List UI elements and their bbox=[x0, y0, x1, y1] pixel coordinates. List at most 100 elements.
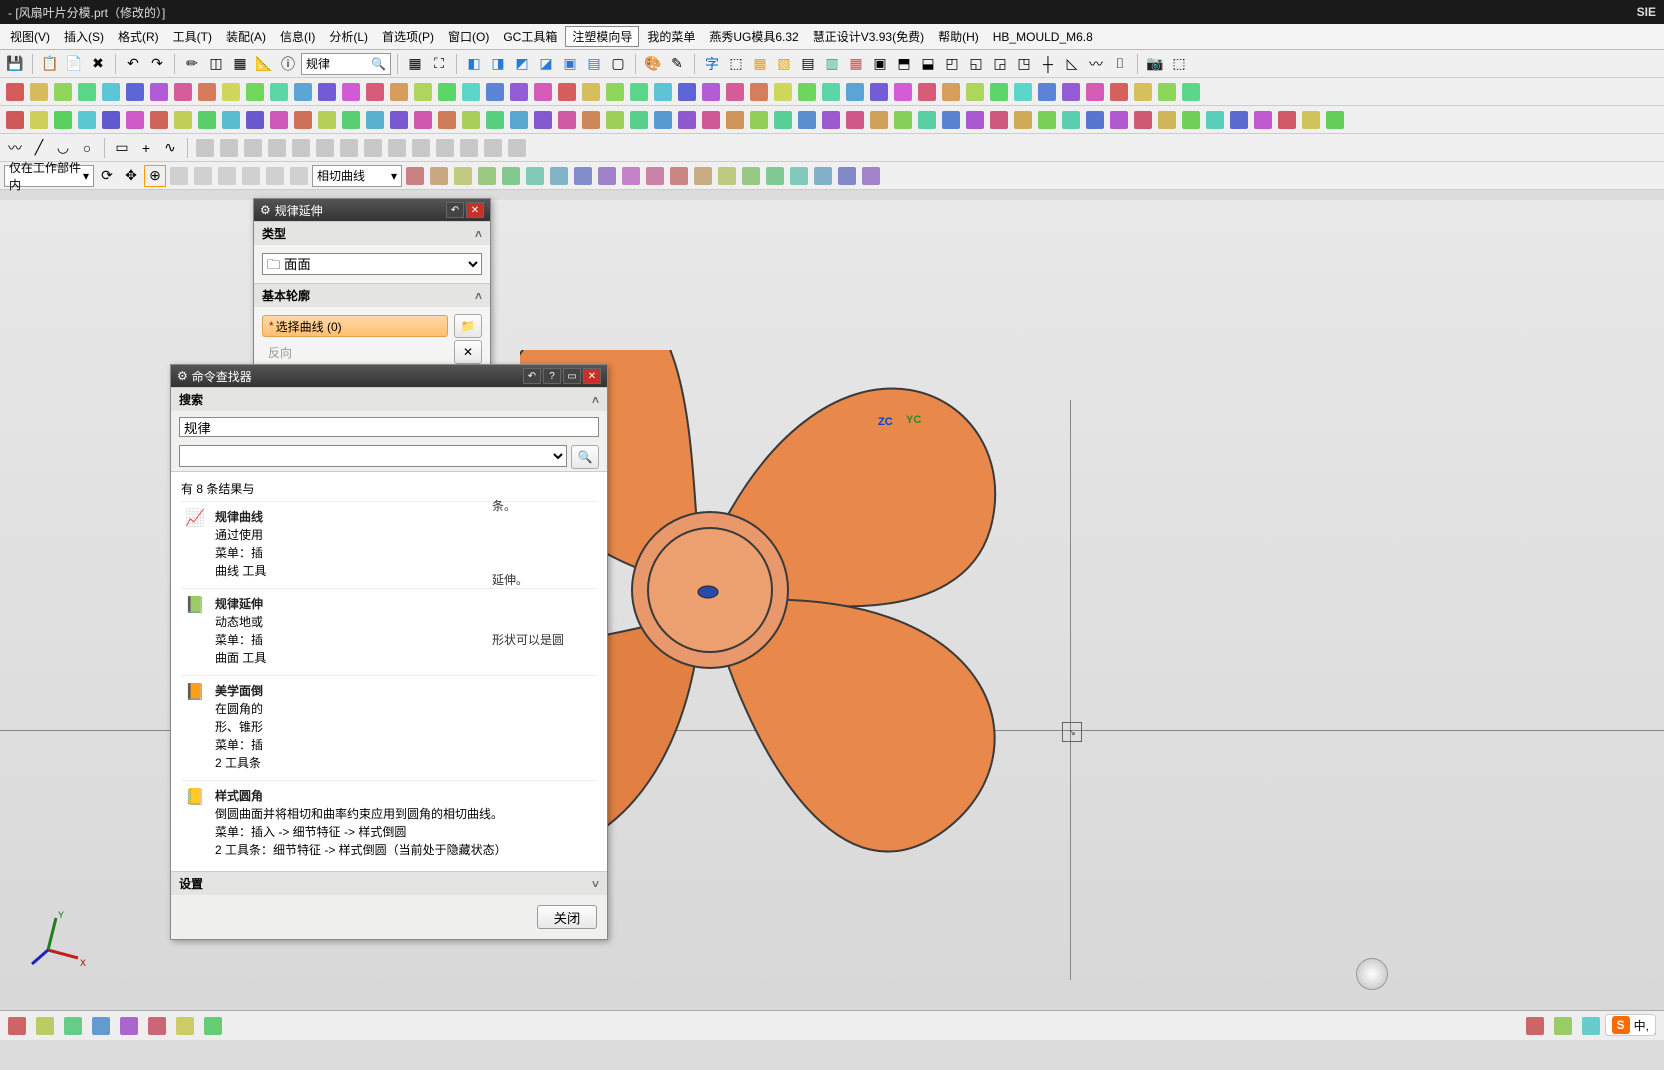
a7-icon[interactable]: ⬒ bbox=[893, 53, 915, 75]
select-curve-field[interactable]: *选择曲线 (0) bbox=[262, 315, 448, 337]
a10-icon[interactable]: ◱ bbox=[965, 53, 987, 75]
tb2-icon-10[interactable] bbox=[244, 81, 266, 103]
rect-icon[interactable]: ▭ bbox=[111, 137, 133, 159]
tb2-icon-26[interactable] bbox=[628, 81, 650, 103]
status-right-icon-2[interactable] bbox=[1580, 1015, 1602, 1037]
spline-icon[interactable]: 〰 bbox=[4, 137, 26, 159]
tb5b-icon-9[interactable] bbox=[620, 165, 642, 187]
tb2-icon-19[interactable] bbox=[460, 81, 482, 103]
edit-icon[interactable]: ✎ bbox=[666, 53, 688, 75]
cube2-icon[interactable]: ◨ bbox=[487, 53, 509, 75]
curve-mode-combo[interactable]: 相切曲线 bbox=[312, 165, 402, 187]
tb2-icon-37[interactable] bbox=[892, 81, 914, 103]
tb5b-icon-7[interactable] bbox=[572, 165, 594, 187]
tb3-icon-35[interactable] bbox=[844, 109, 866, 131]
delete-icon[interactable]: ✖ bbox=[87, 53, 109, 75]
tb2-icon-11[interactable] bbox=[268, 81, 290, 103]
result-item[interactable]: 📙 美学面倒 在圆角的 形、锥形 菜单：插 2 工具条 bbox=[181, 675, 597, 780]
tb5a-icon-4[interactable] bbox=[264, 165, 286, 187]
tb2-icon-8[interactable] bbox=[196, 81, 218, 103]
line-icon[interactable]: ╱ bbox=[28, 137, 50, 159]
arc-icon[interactable]: ◡ bbox=[52, 137, 74, 159]
a4-icon[interactable]: ▥ bbox=[821, 53, 843, 75]
cube4-icon[interactable]: ◪ bbox=[535, 53, 557, 75]
menu-gc[interactable]: GC工具箱 bbox=[497, 26, 563, 47]
tb2-icon-45[interactable] bbox=[1084, 81, 1106, 103]
view-grid-icon[interactable]: ▦ bbox=[404, 53, 426, 75]
a13-icon[interactable]: ┼ bbox=[1037, 53, 1059, 75]
tb5b-icon-2[interactable] bbox=[452, 165, 474, 187]
tb3-icon-54[interactable] bbox=[1300, 109, 1322, 131]
a16-icon[interactable]: ⌷ bbox=[1109, 53, 1131, 75]
status-icon-1[interactable] bbox=[34, 1015, 56, 1037]
curve-picker-icon[interactable]: 📁 bbox=[454, 314, 482, 338]
tb2-icon-36[interactable] bbox=[868, 81, 890, 103]
color-icon[interactable]: 🎨 bbox=[642, 53, 664, 75]
tb3-icon-49[interactable] bbox=[1180, 109, 1202, 131]
tb4-icon-4[interactable] bbox=[290, 137, 312, 159]
menu-yanxiu[interactable]: 燕秀UG模具6.32 bbox=[703, 26, 804, 47]
datum-icon[interactable]: ◫ bbox=[205, 53, 227, 75]
tb5a-icon-2[interactable] bbox=[216, 165, 238, 187]
tb5b-icon-15[interactable] bbox=[764, 165, 786, 187]
tb3-icon-8[interactable] bbox=[196, 109, 218, 131]
tb3-icon-1[interactable] bbox=[28, 109, 50, 131]
menu-info[interactable]: 信息(I) bbox=[274, 26, 321, 47]
tb3-icon-12[interactable] bbox=[292, 109, 314, 131]
ime-indicator[interactable]: S 中, bbox=[1605, 1014, 1656, 1036]
rollback-icon[interactable]: ↶ bbox=[523, 368, 541, 384]
tb5b-icon-16[interactable] bbox=[788, 165, 810, 187]
a2-icon[interactable]: ▧ bbox=[773, 53, 795, 75]
tb4-icon-7[interactable] bbox=[362, 137, 384, 159]
tb3-icon-37[interactable] bbox=[892, 109, 914, 131]
tb2-icon-0[interactable] bbox=[4, 81, 26, 103]
tb4-icon-0[interactable] bbox=[194, 137, 216, 159]
a14-icon[interactable]: ◺ bbox=[1061, 53, 1083, 75]
menu-hbmould[interactable]: HB_MOULD_M6.8 bbox=[987, 28, 1099, 46]
circle-icon[interactable]: ○ bbox=[76, 137, 98, 159]
tb3-icon-45[interactable] bbox=[1084, 109, 1106, 131]
tb3-icon-39[interactable] bbox=[940, 109, 962, 131]
tb3-icon-11[interactable] bbox=[268, 109, 290, 131]
reverse-curve-icon[interactable]: ✕ bbox=[454, 340, 482, 364]
tb3-icon-53[interactable] bbox=[1276, 109, 1298, 131]
tb2-icon-16[interactable] bbox=[388, 81, 410, 103]
tb2-icon-21[interactable] bbox=[508, 81, 530, 103]
tb5b-icon-14[interactable] bbox=[740, 165, 762, 187]
minimize-icon[interactable]: ▭ bbox=[563, 368, 581, 384]
tb3-icon-52[interactable] bbox=[1252, 109, 1274, 131]
tb5b-icon-17[interactable] bbox=[812, 165, 834, 187]
tb3-icon-5[interactable] bbox=[124, 109, 146, 131]
point-icon[interactable]: + bbox=[135, 137, 157, 159]
tb3-icon-4[interactable] bbox=[100, 109, 122, 131]
finder-title-bar[interactable]: ⚙ 命令查找器 ↶ ? ▭ ✕ bbox=[171, 365, 607, 387]
redo-icon[interactable]: ↷ bbox=[146, 53, 168, 75]
tb3-icon-18[interactable] bbox=[436, 109, 458, 131]
tb2-icon-17[interactable] bbox=[412, 81, 434, 103]
tb3-icon-14[interactable] bbox=[340, 109, 362, 131]
a1-icon[interactable]: ▦ bbox=[749, 53, 771, 75]
finder-close-button[interactable]: 关闭 bbox=[537, 905, 597, 929]
tb2-icon-4[interactable] bbox=[100, 81, 122, 103]
menu-format[interactable]: 格式(R) bbox=[112, 26, 165, 47]
status-icon-3[interactable] bbox=[90, 1015, 112, 1037]
tb2-icon-38[interactable] bbox=[916, 81, 938, 103]
tb2-icon-9[interactable] bbox=[220, 81, 242, 103]
tb3-icon-36[interactable] bbox=[868, 109, 890, 131]
tb3-icon-16[interactable] bbox=[388, 109, 410, 131]
tb3-icon-31[interactable] bbox=[748, 109, 770, 131]
command-search[interactable]: 规律🔍 bbox=[301, 53, 391, 75]
cube-icon[interactable]: ◧ bbox=[463, 53, 485, 75]
a6-icon[interactable]: ▣ bbox=[869, 53, 891, 75]
filter1-icon[interactable]: ⟳ bbox=[96, 165, 118, 187]
tb3-icon-7[interactable] bbox=[172, 109, 194, 131]
tb3-icon-9[interactable] bbox=[220, 109, 242, 131]
char-icon[interactable]: 字 bbox=[701, 53, 723, 75]
tb5b-icon-12[interactable] bbox=[692, 165, 714, 187]
tb2-icon-39[interactable] bbox=[940, 81, 962, 103]
a5-icon[interactable]: ▦ bbox=[845, 53, 867, 75]
tb2-icon-7[interactable] bbox=[172, 81, 194, 103]
tb2-icon-6[interactable] bbox=[148, 81, 170, 103]
select-icon[interactable]: ⬚ bbox=[725, 53, 747, 75]
menu-huizheng[interactable]: 慧正设计V3.93(免费) bbox=[807, 26, 930, 47]
